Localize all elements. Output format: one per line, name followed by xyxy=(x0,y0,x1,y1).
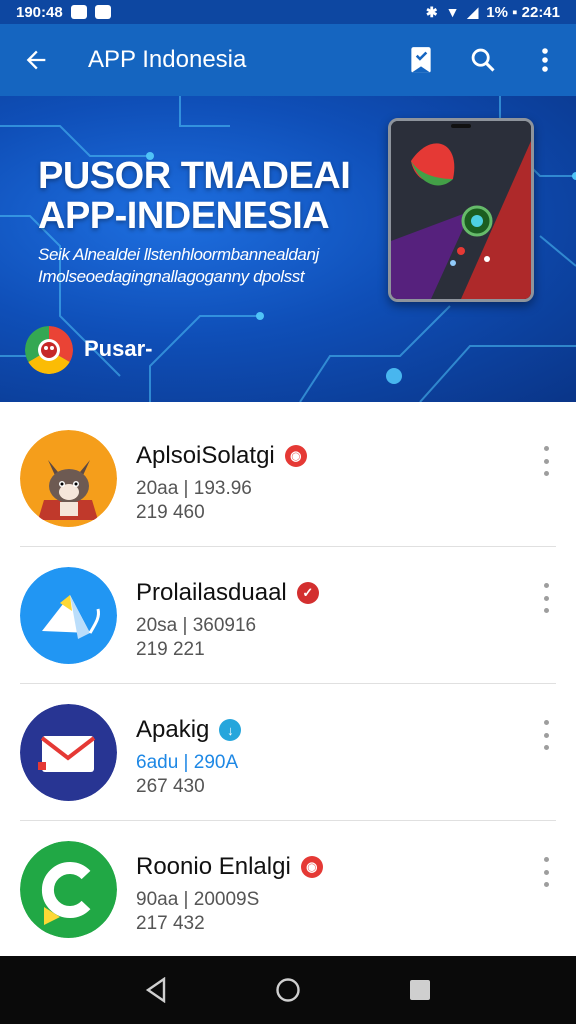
download-badge-icon: ↓ xyxy=(219,719,242,741)
app-meta-primary: 20sa | 360916 xyxy=(136,615,257,636)
verified-badge-icon: ✓ xyxy=(296,582,319,604)
banner-subtitle: Seik Alnealdei llstenhloormbannealdanj I… xyxy=(38,245,319,286)
system-nav-bar xyxy=(0,956,576,1024)
app-name-row: Apakig ↓ xyxy=(136,716,242,744)
back-arrow-icon xyxy=(26,50,46,70)
promo-banner[interactable]: PUSOR TMADEAI APP-INDENESIA Seik Alneald… xyxy=(0,96,576,402)
verified-badge-icon: ◉ xyxy=(284,445,307,467)
app-list: AplsoiSolatgi ◉ 20aa | 193.96 219 460 Pr… xyxy=(0,410,576,958)
more-vert-icon xyxy=(542,48,548,72)
signal-icon: ◢ xyxy=(467,4,479,20)
app-name: Roonio Enlalgi xyxy=(136,853,291,880)
app-meta-primary: 90aa | 20009S xyxy=(136,889,260,910)
nav-recents-button[interactable] xyxy=(396,966,444,1014)
app-bar: APP Indonesia xyxy=(0,24,576,96)
item-more-options-button[interactable] xyxy=(536,857,556,887)
wifi-icon: ▼ xyxy=(445,4,460,20)
bluetooth-icon: ✱ xyxy=(425,4,438,20)
list-item[interactable]: Apakig ↓ 6adu | 290A 267 430 xyxy=(0,684,576,821)
app-meta-primary: 20aa | 193.96 xyxy=(136,478,252,499)
back-button[interactable] xyxy=(0,24,72,96)
list-item[interactable]: Roonio Enlalgi ◉ 90aa | 20009S 217 432 xyxy=(0,821,576,958)
tablet-illustration xyxy=(388,118,534,302)
status-right: ✱ ▼ ◢ 1% ▪ 22:41 xyxy=(426,4,560,21)
status-bar: 190:48 ✱ ▼ ◢ 1% ▪ 22:41 xyxy=(0,0,576,24)
search-button[interactable] xyxy=(452,24,514,96)
app-name-row: Roonio Enlalgi ◉ xyxy=(136,853,323,881)
message-notification-icon xyxy=(94,5,111,19)
item-more-options-button[interactable] xyxy=(536,720,556,750)
nav-back-button[interactable] xyxy=(132,966,180,1014)
page-title: APP Indonesia xyxy=(88,46,247,73)
search-icon xyxy=(471,48,495,72)
app-name-row: Prolailasduaal ✓ xyxy=(136,579,319,607)
nav-home-button[interactable] xyxy=(264,966,312,1014)
app-name: AplsoiSolatgi xyxy=(136,442,275,469)
status-battery-time: 1% ▪ 22:41 xyxy=(486,3,560,21)
list-item[interactable]: AplsoiSolatgi ◉ 20aa | 193.96 219 460 xyxy=(0,410,576,547)
app-name: Apakig xyxy=(136,716,210,743)
refresh-c-icon xyxy=(20,841,117,938)
list-item[interactable]: Prolailasduaal ✓ 20sa | 360916 219 221 xyxy=(0,547,576,684)
banner-brand: Pusar- xyxy=(84,336,153,361)
status-time: 190:48 xyxy=(16,3,63,21)
back-triangle-icon xyxy=(145,977,166,1003)
pusar-logo-icon xyxy=(25,326,73,374)
app-meta-secondary: 267 430 xyxy=(136,776,205,797)
item-more-options-button[interactable] xyxy=(536,446,556,476)
bookmark-button[interactable] xyxy=(390,24,452,96)
status-left: 190:48 xyxy=(16,4,111,21)
home-circle-icon xyxy=(276,978,300,1002)
item-more-options-button[interactable] xyxy=(536,583,556,613)
app-meta-secondary: 219 460 xyxy=(136,502,205,523)
more-options-button[interactable] xyxy=(514,24,576,96)
fox-mascot-icon xyxy=(20,430,117,527)
app-meta-secondary: 219 221 xyxy=(136,639,205,660)
gallery-notification-icon xyxy=(70,5,87,19)
bookmark-icon xyxy=(411,47,431,73)
app-name-row: AplsoiSolatgi ◉ xyxy=(136,442,307,470)
app-name: Prolailasduaal xyxy=(136,579,287,606)
recents-square-icon xyxy=(410,980,430,1000)
app-meta-secondary: 217 432 xyxy=(136,913,205,934)
banner-title: PUSOR TMADEAI APP-INDENESIA xyxy=(38,155,351,237)
verified-badge-icon: ◉ xyxy=(300,856,323,878)
paper-plane-icon xyxy=(20,567,117,664)
mail-icon xyxy=(20,704,117,801)
app-meta-primary: 6adu | 290A xyxy=(136,752,239,773)
